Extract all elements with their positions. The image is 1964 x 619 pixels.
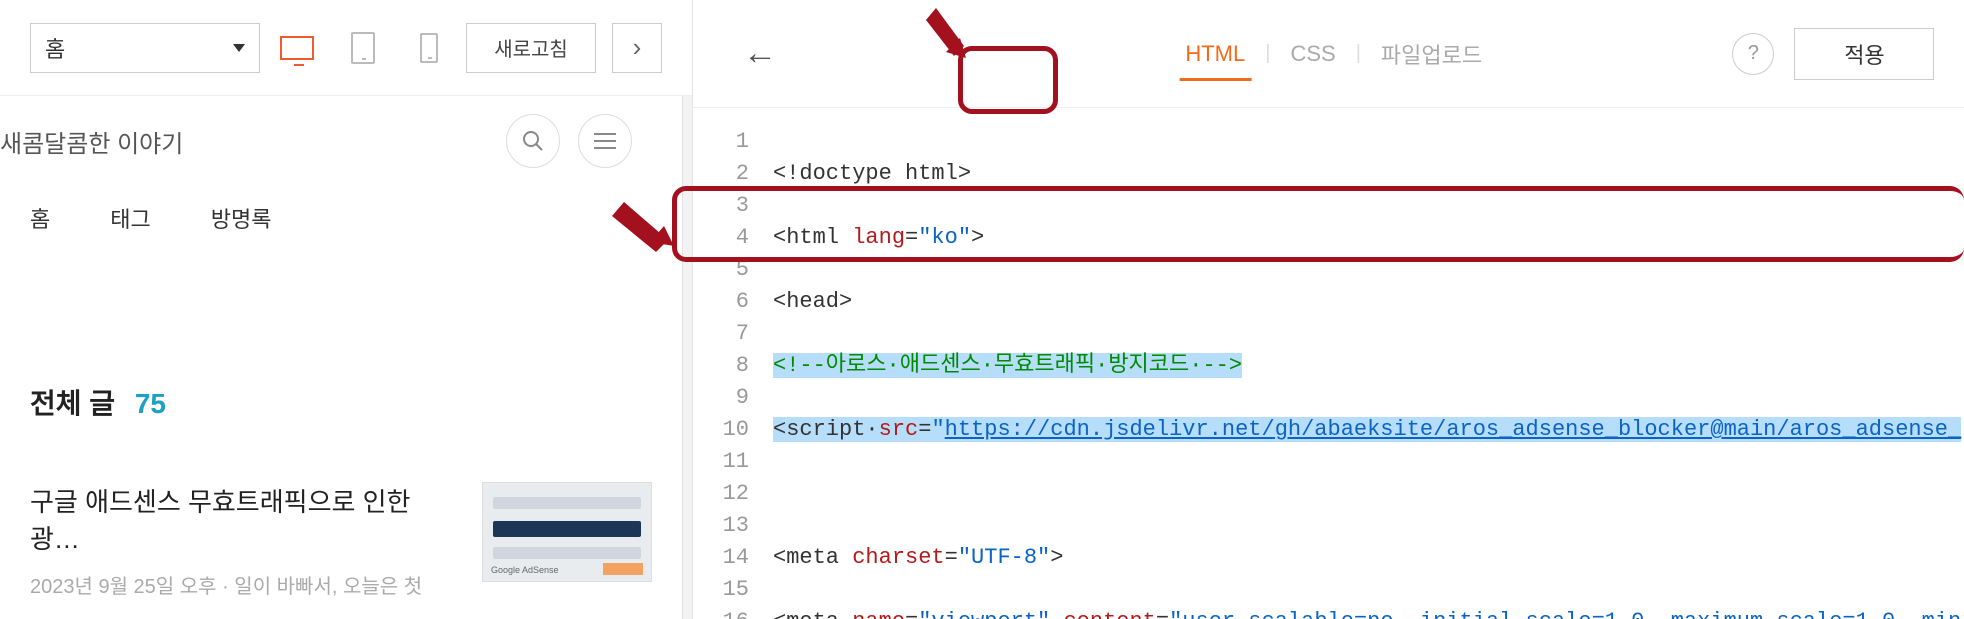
- line-number: 10: [693, 414, 749, 446]
- line-number: 15: [693, 574, 749, 606]
- refresh-button[interactable]: 새로고침: [466, 23, 596, 73]
- device-toggle-group: [276, 28, 450, 68]
- code-line: <script·src="https://cdn.jsdelivr.net/gh…: [773, 414, 1964, 446]
- code-editor[interactable]: 1 2 3 4 5 6 7 8 9 10 11 12 13 14 15 16 <…: [693, 108, 1964, 619]
- page-select-value: 홈: [45, 32, 65, 64]
- line-number: 7: [693, 318, 749, 350]
- code-line: <meta name="viewport" content="user-scal…: [773, 606, 1964, 619]
- post-thumbnail: Google AdSense: [482, 482, 652, 582]
- chevron-down-icon: [233, 44, 245, 52]
- tab-separator: |: [1261, 42, 1274, 65]
- line-number: 4: [693, 222, 749, 254]
- posts-heading-row: 전체 글 75: [0, 262, 682, 462]
- line-number: 1: [693, 126, 749, 158]
- code-line: <meta charset="UTF-8">: [773, 542, 1964, 574]
- help-button[interactable]: ?: [1732, 33, 1774, 75]
- tab-html[interactable]: HTML: [1169, 33, 1261, 75]
- line-number: 12: [693, 478, 749, 510]
- preview-pane: 홈 새로고침 › 새콤달콤한 이야기: [0, 0, 693, 619]
- blog-site-title: 새콤달콤한 이야기: [0, 124, 183, 159]
- menu-button[interactable]: [578, 114, 632, 168]
- tab-upload[interactable]: 파일업로드: [1365, 30, 1498, 78]
- code-content[interactable]: <!doctype html> <html lang="ko"> <head> …: [763, 108, 1964, 619]
- code-line: <!doctype html>: [773, 158, 1964, 190]
- code-line: <head>: [773, 286, 1964, 318]
- back-button[interactable]: ←: [733, 28, 787, 79]
- line-number: 5: [693, 254, 749, 286]
- preview-scrollbar[interactable]: [682, 96, 692, 619]
- post-title: 구글 애드센스 무효트래픽으로 인한 광…: [30, 482, 458, 556]
- thumb-logo-text: Google AdSense: [491, 565, 559, 575]
- post-meta: 2023년 9월 25일 오후 · 일이 바빠서, 오늘은 첫: [30, 570, 458, 599]
- search-icon: [521, 129, 545, 153]
- editor-pane: ← HTML | CSS | 파일업로드 ? 적용 1 2 3 4 5 6: [693, 0, 1964, 619]
- post-list-item[interactable]: 구글 애드센스 무효트래픽으로 인한 광… 2023년 9월 25일 오후 · …: [0, 462, 682, 619]
- tab-css[interactable]: CSS: [1274, 33, 1351, 75]
- chevron-right-icon: ›: [633, 32, 642, 63]
- code-line: <!--아로스·애드센스·무효트래픽·방지코드·-->: [773, 350, 1964, 382]
- search-button[interactable]: [506, 114, 560, 168]
- line-number: 6: [693, 286, 749, 318]
- preview-toolbar: 홈 새로고침 ›: [0, 0, 692, 96]
- line-number: 16: [693, 606, 749, 619]
- line-number: 8: [693, 350, 749, 382]
- line-number: 3: [693, 190, 749, 222]
- tablet-icon[interactable]: [342, 28, 384, 68]
- expand-button[interactable]: ›: [612, 23, 662, 73]
- code-line: <html lang="ko">: [773, 222, 1964, 254]
- code-line: [773, 478, 1964, 510]
- line-number: 14: [693, 542, 749, 574]
- line-number: 9: [693, 382, 749, 414]
- posts-count: 75: [135, 388, 166, 419]
- line-number: 13: [693, 510, 749, 542]
- blog-nav: 홈 태그 방명록: [0, 168, 682, 262]
- apply-button[interactable]: 적용: [1794, 28, 1934, 80]
- hamburger-icon: [594, 133, 616, 149]
- line-number: 11: [693, 446, 749, 478]
- tab-separator: |: [1352, 42, 1365, 65]
- nav-home[interactable]: 홈: [30, 202, 50, 234]
- blog-preview: 새콤달콤한 이야기 홈 태그 방명록 전: [0, 96, 682, 619]
- line-number: 2: [693, 158, 749, 190]
- editor-tabs: HTML | CSS | 파일업로드: [1169, 30, 1498, 78]
- page-select-dropdown[interactable]: 홈: [30, 23, 260, 73]
- nav-tag[interactable]: 태그: [110, 202, 150, 234]
- posts-heading-label: 전체 글: [30, 388, 115, 419]
- line-gutter: 1 2 3 4 5 6 7 8 9 10 11 12 13 14 15 16: [693, 108, 763, 619]
- desktop-icon[interactable]: [276, 28, 318, 68]
- phone-icon[interactable]: [408, 28, 450, 68]
- arrow-left-icon: ←: [743, 34, 777, 72]
- help-icon: ?: [1748, 42, 1759, 65]
- editor-toolbar: ← HTML | CSS | 파일업로드 ? 적용: [693, 0, 1964, 108]
- nav-guestbook[interactable]: 방명록: [211, 202, 272, 234]
